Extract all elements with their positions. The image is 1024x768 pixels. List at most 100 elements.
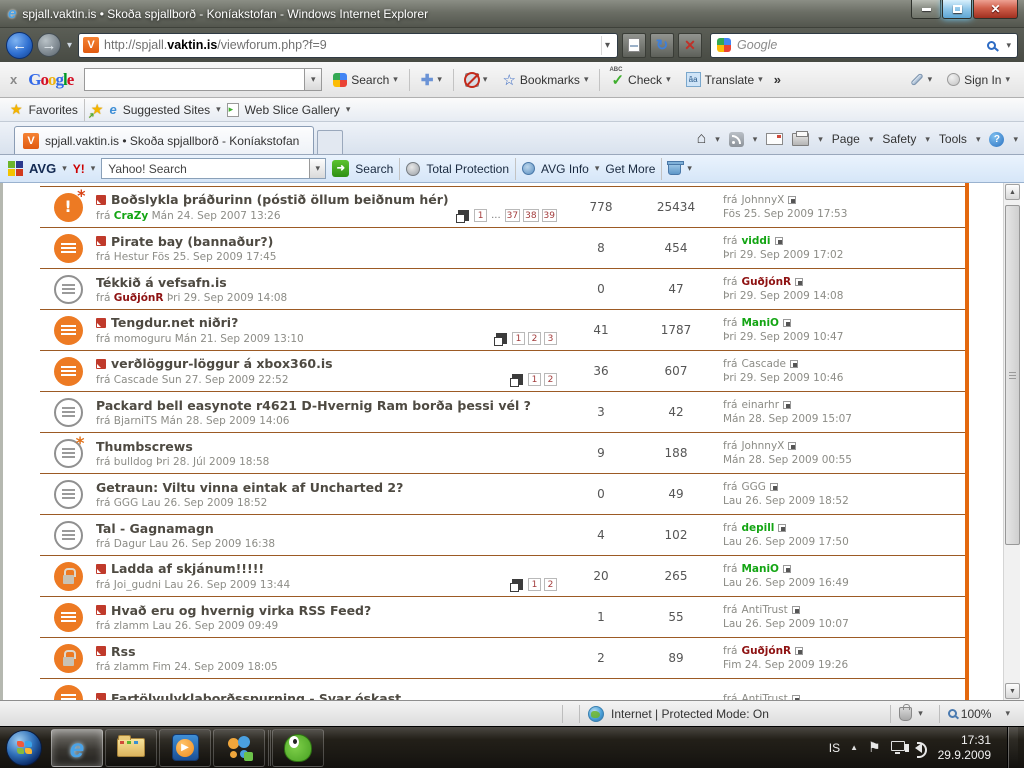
forward-button[interactable]: → bbox=[37, 33, 61, 57]
last-post-author-link[interactable]: Cascade bbox=[741, 358, 786, 370]
bookmarks-button[interactable]: ☆Bookmarks▾ bbox=[498, 68, 592, 92]
add-gadget-button[interactable]: ✚▾ bbox=[417, 68, 446, 92]
page-link[interactable]: 1 bbox=[512, 332, 525, 345]
page-link[interactable]: 2 bbox=[544, 373, 557, 386]
last-post-author-link[interactable]: AntiTrust bbox=[741, 604, 787, 616]
action-center-icon[interactable]: ⚑ bbox=[868, 739, 881, 756]
last-post-author-link[interactable]: JohnnyX bbox=[741, 440, 784, 452]
yahoo-search-button[interactable]: Search bbox=[355, 162, 393, 176]
yahoo-search-icon[interactable]: ➜ bbox=[332, 160, 349, 177]
topic-author-link[interactable]: GuðjónR bbox=[114, 292, 164, 304]
help-icon[interactable]: ? bbox=[989, 132, 1004, 147]
last-post-author-link[interactable]: depill bbox=[741, 522, 774, 534]
last-post-author-link[interactable]: AntiTrust bbox=[741, 693, 787, 700]
goto-last-post-icon[interactable] bbox=[795, 278, 803, 286]
security-icon[interactable] bbox=[899, 707, 912, 721]
taskbar-explorer-button[interactable] bbox=[105, 729, 157, 767]
last-post-author-link[interactable]: GuðjónR bbox=[741, 276, 791, 288]
translate-button[interactable]: âaTranslate▾ bbox=[682, 69, 767, 90]
suggested-sites-button[interactable]: Suggested Sites bbox=[123, 103, 210, 117]
topic-title-link[interactable]: Thumbscrews bbox=[96, 439, 193, 454]
goto-new-post-icon[interactable] bbox=[96, 605, 106, 615]
goto-last-post-icon[interactable] bbox=[788, 196, 796, 204]
last-post-author-link[interactable]: JohnnyX bbox=[741, 194, 784, 206]
last-post-author-link[interactable]: GuðjónR bbox=[741, 645, 791, 657]
hidden-icons-arrow[interactable]: ▲ bbox=[850, 743, 858, 752]
google-search-button[interactable]: Search ▾ bbox=[329, 70, 402, 90]
topic-title-link[interactable]: verðlöggur-löggur á xbox360.is bbox=[111, 356, 333, 371]
goto-new-post-icon[interactable] bbox=[96, 693, 106, 700]
page-link[interactable]: 2 bbox=[544, 578, 557, 591]
topic-title-link[interactable]: Hvað eru og hvernig virka RSS Feed? bbox=[111, 603, 371, 618]
page-link[interactable]: 1 bbox=[474, 209, 487, 222]
add-favorite-icon[interactable]: ★ bbox=[91, 101, 104, 118]
taskbar-ie-button[interactable]: e bbox=[51, 729, 103, 767]
goto-last-post-icon[interactable] bbox=[788, 442, 796, 450]
goto-last-post-icon[interactable] bbox=[778, 524, 786, 532]
toolbar-settings-button[interactable]: ▾ bbox=[906, 71, 937, 88]
topic-author-link[interactable]: GGG bbox=[114, 497, 138, 509]
goto-last-post-icon[interactable] bbox=[790, 360, 798, 368]
goto-new-post-icon[interactable] bbox=[96, 318, 106, 328]
search-options-dropdown[interactable]: ▾ bbox=[1006, 40, 1011, 51]
avg-tools-icon[interactable] bbox=[668, 163, 681, 175]
safety-menu[interactable]: Safety bbox=[882, 132, 916, 146]
topic-author-link[interactable]: BjarniTS bbox=[114, 415, 157, 427]
goto-last-post-icon[interactable] bbox=[783, 319, 791, 327]
last-post-author-link[interactable]: ManiO bbox=[741, 317, 779, 329]
page-link[interactable]: 3 bbox=[544, 332, 557, 345]
last-post-author-link[interactable]: ManiO bbox=[741, 563, 779, 575]
close-button[interactable]: ✕ bbox=[973, 0, 1018, 19]
goto-new-post-icon[interactable] bbox=[96, 359, 106, 369]
back-button[interactable]: ← bbox=[6, 32, 33, 59]
get-more-button[interactable]: Get More bbox=[605, 162, 655, 176]
last-post-author-link[interactable]: einarhr bbox=[741, 399, 779, 411]
url-text[interactable]: http://spjall.vaktin.is/viewforum.php?f=… bbox=[104, 38, 596, 52]
minimize-button[interactable] bbox=[911, 0, 941, 19]
topic-author-link[interactable]: bulldog bbox=[114, 456, 153, 468]
goto-new-post-icon[interactable] bbox=[96, 646, 106, 656]
page-link[interactable]: 1 bbox=[528, 373, 541, 386]
topic-author-link[interactable]: Dagur bbox=[114, 538, 146, 550]
topic-title-link[interactable]: Tengdur.net niðri? bbox=[111, 315, 238, 330]
goto-new-post-icon[interactable] bbox=[96, 564, 106, 574]
home-icon[interactable]: ⌂ bbox=[697, 130, 707, 148]
search-box[interactable]: Google ▾ bbox=[710, 33, 1018, 58]
new-tab-button[interactable] bbox=[317, 130, 343, 154]
stop-button[interactable]: ✕ bbox=[678, 33, 702, 58]
web-slice-gallery-button[interactable]: Web Slice Gallery bbox=[245, 103, 340, 117]
compatibility-view-button[interactable] bbox=[622, 33, 646, 58]
yahoo-icon[interactable]: Y! bbox=[73, 162, 85, 176]
zoom-dropdown[interactable]: ▾ bbox=[1005, 708, 1010, 719]
topic-title-link[interactable]: Boðslykla þráðurinn (póstið öllum beiðnu… bbox=[111, 192, 449, 207]
avg-menu[interactable]: AVG bbox=[29, 161, 56, 176]
page-link[interactable]: 39 bbox=[542, 209, 557, 222]
address-bar[interactable]: V http://spjall.vaktin.is/viewforum.php?… bbox=[78, 33, 618, 58]
topic-author-link[interactable]: momoguru bbox=[114, 333, 172, 345]
topic-title-link[interactable]: Fartölvulyklaborðsspurning - Svar óskast bbox=[111, 691, 401, 701]
sign-in-button[interactable]: Sign In▾ bbox=[943, 70, 1014, 90]
goto-last-post-icon[interactable] bbox=[783, 565, 791, 573]
popup-blocker-button[interactable]: ▾ bbox=[461, 70, 492, 90]
topic-title-link[interactable]: Pirate bay (bannaður?) bbox=[111, 234, 273, 249]
yahoo-search-dropdown[interactable]: ▾ bbox=[309, 159, 325, 178]
topic-author-link[interactable]: Cascade bbox=[114, 374, 159, 386]
last-post-author-link[interactable]: viddi bbox=[741, 235, 770, 247]
print-icon[interactable] bbox=[792, 133, 809, 146]
page-link[interactable]: 38 bbox=[523, 209, 538, 222]
tools-menu[interactable]: Tools bbox=[939, 132, 967, 146]
address-dropdown-icon[interactable]: ▾ bbox=[601, 36, 613, 55]
topic-title-link[interactable]: Rss bbox=[111, 644, 136, 659]
page-link[interactable]: 2 bbox=[528, 332, 541, 345]
volume-icon[interactable] bbox=[915, 743, 922, 753]
read-mail-icon[interactable] bbox=[766, 133, 783, 145]
google-search-input[interactable]: ▾ bbox=[84, 68, 322, 91]
recent-pages-dropdown[interactable]: ▾ bbox=[67, 40, 72, 51]
zoom-level[interactable]: 100% bbox=[961, 707, 992, 721]
goto-last-post-icon[interactable] bbox=[792, 695, 800, 700]
search-icon[interactable] bbox=[987, 41, 996, 50]
favorites-button[interactable]: Favorites bbox=[29, 103, 78, 117]
scrollbar-thumb[interactable] bbox=[1005, 205, 1020, 545]
toolbar-close-icon[interactable]: x bbox=[10, 72, 17, 87]
topic-author-link[interactable]: Hestur bbox=[114, 251, 149, 263]
